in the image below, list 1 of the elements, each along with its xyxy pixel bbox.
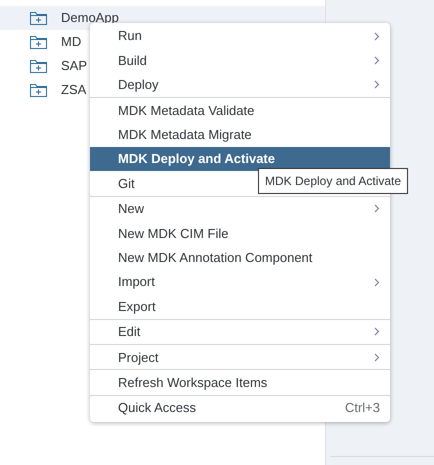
tooltip: MDK Deploy and Activate <box>258 168 408 194</box>
